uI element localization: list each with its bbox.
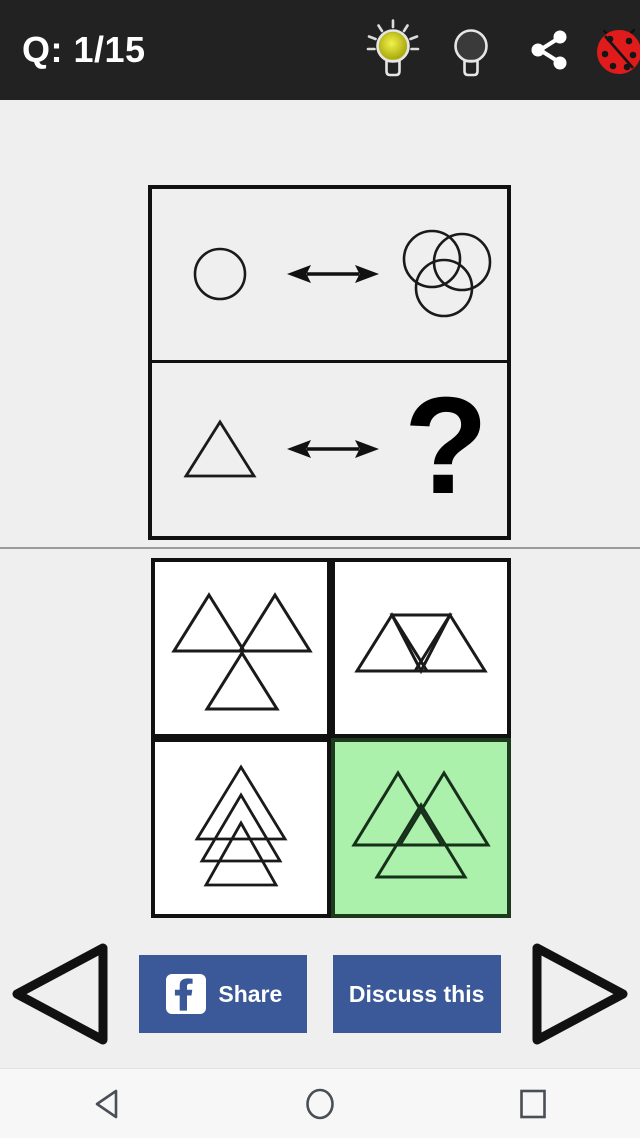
three-overlapping-circles-icon: [402, 229, 492, 318]
puzzle-content: ? Share Discuss this: [0, 100, 640, 1068]
matrix-cell-1-relation: [280, 189, 385, 360]
discuss-button-label: Discuss this: [348, 980, 485, 1007]
answer-option-b[interactable]: [331, 558, 511, 738]
triangle-icon: [183, 419, 257, 478]
app-root: Q: 1/15 ? Share Discuss this: [0, 0, 640, 1138]
facebook-share-button[interactable]: Share: [139, 955, 308, 1033]
answer-options-grid: [151, 558, 511, 918]
three-triangles-pinwheel-icon: [171, 592, 313, 711]
action-bar: Share Discuss this: [0, 920, 640, 1068]
back-triangle-icon: [95, 1089, 117, 1118]
ladybug-report-icon: [597, 28, 640, 74]
next-arrow-icon: [532, 943, 628, 1045]
double-arrow-icon: [286, 265, 379, 284]
matrix-cell-2-relation: [280, 363, 385, 537]
answer-option-c[interactable]: [151, 738, 331, 918]
ladybug-report-button[interactable]: [588, 0, 640, 100]
answer-option-a[interactable]: [151, 558, 331, 738]
hint-bulb-lit-button[interactable]: [354, 0, 432, 100]
android-recents-button[interactable]: [483, 1069, 583, 1138]
three-triangles-stacked-icon: [194, 764, 288, 887]
share-icon: [531, 30, 567, 70]
hint-bulb-unlit-button[interactable]: [432, 0, 510, 100]
hint-bulb-unlit-icon: [454, 29, 488, 77]
double-arrow-icon: [286, 440, 379, 459]
share-button[interactable]: [510, 0, 588, 100]
discuss-this-button[interactable]: Discuss this: [332, 955, 501, 1033]
three-overlapping-triangles-icon: [351, 770, 491, 879]
share-button-label: Share: [218, 980, 283, 1007]
answer-option-d[interactable]: [331, 738, 511, 918]
circle-icon: [193, 247, 247, 301]
matrix-cell-2-right: ?: [385, 363, 507, 537]
matrix-cell-1-left: [160, 189, 280, 360]
recents-square-icon: [520, 1089, 547, 1118]
matrix-row-1: [152, 189, 507, 363]
next-question-button[interactable]: [526, 940, 632, 1048]
android-home-button[interactable]: [270, 1069, 370, 1138]
matrix-cell-2-left: [160, 363, 280, 537]
question-counter: Q: 1/15: [22, 29, 146, 70]
hint-bulb-lit-icon: [366, 19, 420, 77]
home-circle-icon: [306, 1088, 334, 1119]
android-back-button[interactable]: [57, 1069, 157, 1138]
top-app-bar: Q: 1/15: [0, 0, 640, 100]
question-mark-placeholder: ?: [403, 369, 489, 524]
previous-arrow-icon: [12, 943, 108, 1045]
matrix-cell-1-right: [385, 189, 507, 360]
previous-question-button[interactable]: [8, 940, 114, 1048]
android-navigation-bar: [0, 1068, 640, 1138]
topbar-actions: [354, 0, 640, 100]
three-triangles-row-icon: [354, 612, 488, 675]
section-divider: [0, 547, 640, 549]
matrix-row-2: ?: [152, 363, 507, 537]
question-matrix: ?: [148, 185, 511, 540]
facebook-icon: [166, 974, 207, 1014]
